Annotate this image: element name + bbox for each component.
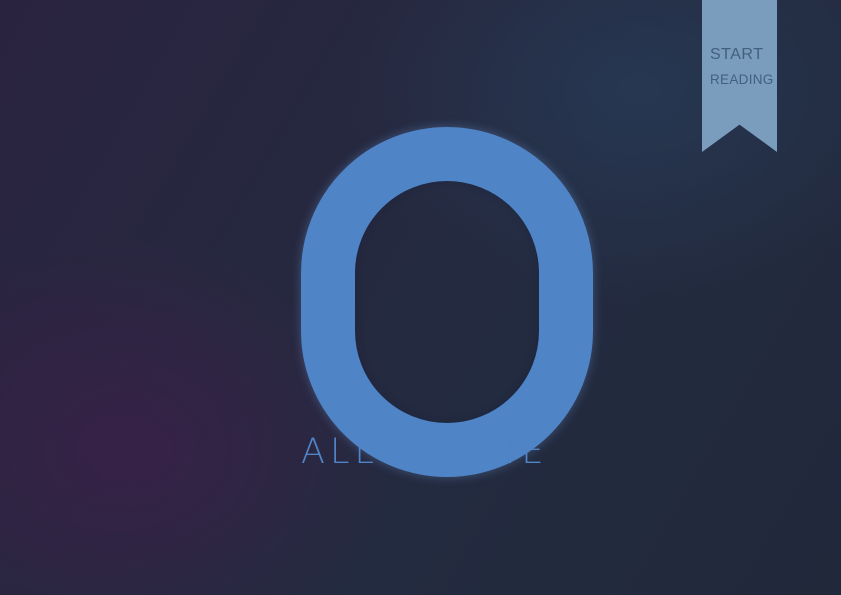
tagline: ALL IN ONE [301, 432, 549, 472]
logo-letter-o [301, 127, 593, 477]
bookmark-label-start: START [710, 46, 764, 63]
start-reading-bookmark[interactable]: START READING [702, 0, 777, 152]
cover-page: ALL IN ONE START READING [0, 0, 841, 595]
bookmark-label-reading: READING [710, 72, 774, 87]
